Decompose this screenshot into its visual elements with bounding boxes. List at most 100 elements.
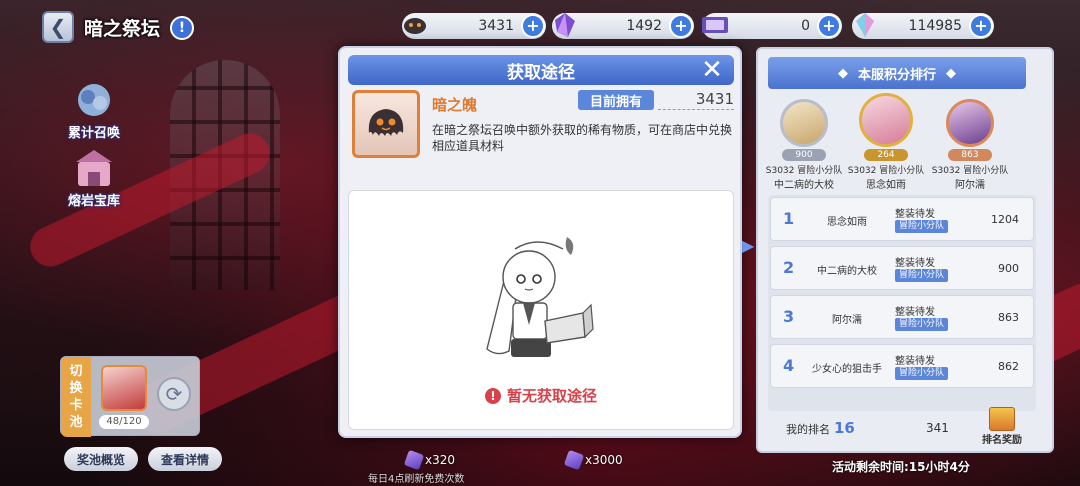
empty-message: ! 暂无获取途径 (349, 385, 733, 406)
resource-ticket: 0 + (702, 13, 842, 39)
pool-panel: 切 换 卡 池 48/120 ⟳ (60, 356, 200, 437)
rank-player-name: 阿尔濡 (832, 315, 862, 326)
top3-player-first[interactable]: 264 S3032 冒险小分队 思念如雨 (846, 93, 926, 191)
rank-team-status: 整装待发 (895, 307, 935, 318)
switch-pool-char: 池 (69, 415, 83, 430)
top3-player-second[interactable]: 900 S3032 冒险小分队 中二病的大校 (764, 99, 844, 191)
ranking-row[interactable]: 2 中二病的大校 整装待发 冒险小分队 900 (770, 246, 1034, 290)
top3-team: S3032 冒险小分队 (931, 166, 1009, 176)
gift-icon (989, 407, 1015, 431)
resource-value: 3431 (478, 18, 514, 34)
rank-team-tag: 冒险小分队 (895, 367, 949, 380)
ranking-row[interactable]: 1 思念如雨 整装待发 冒险小分队 1204 (770, 197, 1034, 241)
cumulative-summon-label: 累计召唤 (67, 126, 120, 141)
avatar (859, 93, 913, 147)
acquisition-list-empty: ! 暂无获取途径 (348, 190, 734, 430)
warning-icon: ! (484, 388, 501, 404)
add-crystal-button[interactable]: + (669, 14, 693, 38)
view-details-button[interactable]: 查看详情 (148, 447, 222, 471)
modal-title: 获取途径 (507, 62, 575, 83)
rank-player-name: 少女心的狙击手 (812, 364, 882, 375)
top3-score: 264 (864, 149, 908, 161)
pool-overview-button[interactable]: 奖池概览 (64, 447, 138, 471)
rank-score: 900 (998, 262, 1019, 275)
rank-number: 2 (783, 258, 795, 277)
rank-reward-button[interactable]: 排名奖励 (974, 407, 1030, 446)
info-button[interactable]: ! (170, 16, 194, 40)
switch-pool-button[interactable]: 切 换 卡 池 (61, 357, 91, 437)
gem-icon (850, 10, 880, 40)
top3-score: 900 (782, 149, 826, 161)
acquisition-modal: 获取途径 ✕ 暗之魄 目前拥有 3431 在暗之祭坛召唤中额外获取的稀有物质，可… (338, 46, 742, 438)
top3-name: 阿尔濡 (955, 180, 985, 191)
cost-single: x320 (403, 449, 456, 471)
lava-vault-icon (68, 148, 120, 190)
resource-dark-soul: 3431 + (402, 13, 546, 39)
close-button[interactable]: ✕ (698, 55, 726, 85)
owned-label: 目前拥有 (578, 90, 654, 110)
rank-team-tag: 冒险小分队 (895, 269, 949, 282)
modal-header: 获取途径 ✕ (348, 55, 734, 85)
info-icon: ! (178, 20, 186, 36)
ranking-list[interactable]: 1 思念如雨 整装待发 冒险小分队 1204 2 中二病的大校 整装待发 冒险小… (768, 195, 1036, 411)
top3-team: S3032 冒险小分队 (765, 166, 843, 176)
pool-count: 48/120 (99, 415, 149, 429)
avatar (780, 99, 828, 147)
rank-team-status: 整装待发 (895, 258, 935, 269)
my-rank-label: 我的排名 (786, 423, 830, 436)
rank-number: 1 (783, 209, 795, 228)
rank-team-tag: 冒险小分队 (895, 318, 949, 331)
close-icon: ✕ (701, 55, 723, 85)
diamond-icon: ◆ (837, 65, 848, 81)
crystal-icon (403, 449, 425, 471)
dark-soul-icon (352, 90, 420, 158)
rank-number: 4 (783, 356, 795, 375)
refresh-button[interactable]: ⟳ (157, 377, 191, 411)
lava-vault-label: 熔岩宝库 (67, 194, 120, 209)
add-dark-soul-button[interactable]: + (521, 14, 545, 38)
rank-team-status: 整装待发 (895, 209, 935, 220)
ranking-row[interactable]: 3 阿尔濡 整装待发 冒险小分队 863 (770, 295, 1034, 339)
rank-score: 862 (998, 360, 1019, 373)
cost-multi-value: x3000 (585, 453, 623, 467)
rank-team-status: 整装待发 (895, 356, 935, 367)
ticket-icon (700, 10, 730, 40)
my-rank-value: 16 (834, 419, 855, 437)
crystal-icon (550, 10, 580, 40)
my-rank: 我的排名 16 (786, 419, 855, 437)
rank-score: 863 (998, 311, 1019, 324)
top3-name: 思念如雨 (866, 180, 906, 191)
page-title: 暗之祭坛 (84, 18, 161, 40)
add-gem-button[interactable]: + (969, 14, 993, 38)
top3-team: S3032 冒险小分队 (847, 166, 925, 176)
pool-portrait[interactable] (101, 365, 147, 411)
top3-name: 中二病的大校 (774, 180, 834, 191)
empty-message-text: 暂无获取途径 (506, 387, 597, 405)
back-button[interactable]: ❮ (42, 11, 74, 43)
lava-vault-button[interactable]: 熔岩宝库 (58, 148, 130, 209)
diamond-icon: ◆ (946, 65, 956, 81)
top3-player-third[interactable]: 863 S3032 冒险小分队 阿尔濡 (930, 99, 1010, 191)
cumulative-summon-icon (68, 80, 120, 122)
top3-score: 863 (948, 149, 992, 161)
cost-single-value: x320 (425, 453, 456, 467)
item-description: 在暗之祭坛召唤中额外获取的稀有物质，可在商店中兑换相应道具材料 (432, 123, 733, 153)
rank-number: 3 (783, 307, 795, 326)
cost-multi: x3000 (563, 449, 623, 471)
resource-crystal: 1492 + (552, 13, 694, 39)
resource-value: 114985 (908, 18, 962, 34)
ranking-row[interactable]: 4 少女心的狙击手 整装待发 冒险小分队 862 (770, 344, 1034, 388)
switch-pool-char: 换 (69, 381, 83, 396)
rank-player-name: 中二病的大校 (817, 266, 877, 277)
resource-value: 1492 (626, 18, 662, 34)
owned-value: 3431 (658, 90, 734, 110)
rank-player-name: 思念如雨 (827, 217, 867, 228)
cumulative-summon-button[interactable]: 累计召唤 (58, 80, 130, 141)
switch-pool-char: 卡 (69, 398, 83, 413)
resource-gem: 114985 + (852, 13, 994, 39)
ranking-title: 本服积分排行 (857, 67, 936, 83)
add-ticket-button[interactable]: + (817, 14, 841, 38)
resource-value: 0 (801, 18, 810, 34)
dark-soul-icon (400, 10, 430, 40)
rank-reward-label: 排名奖励 (982, 435, 1022, 446)
